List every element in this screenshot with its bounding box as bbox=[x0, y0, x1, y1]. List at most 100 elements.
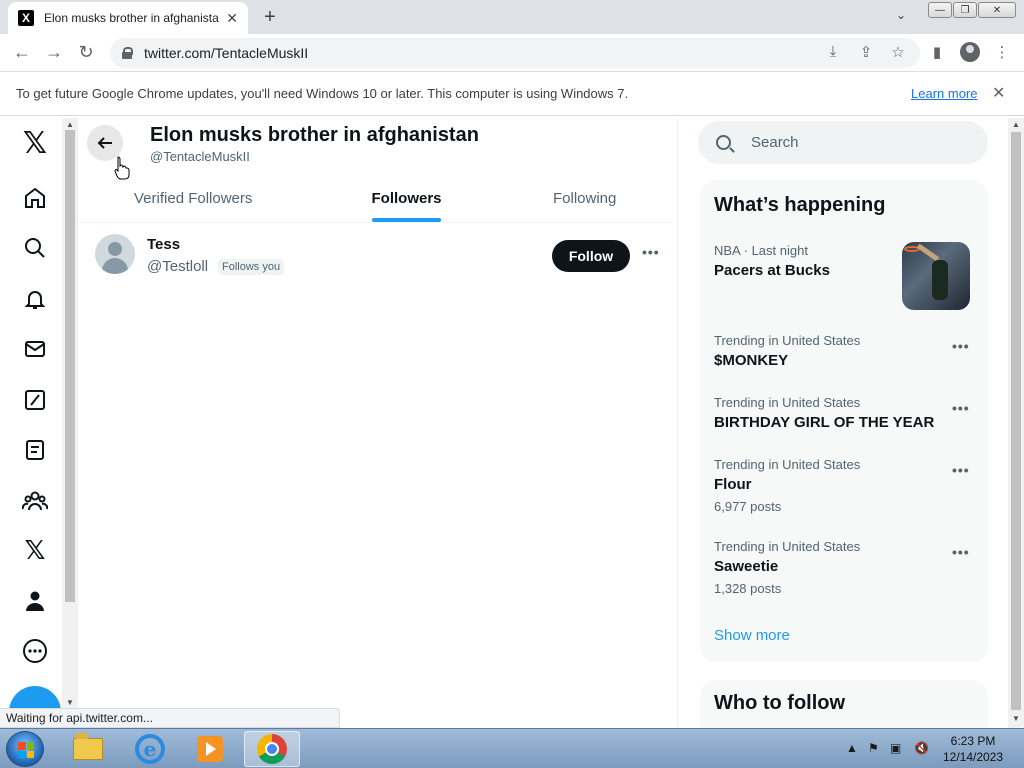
trend-more-icon[interactable]: ••• bbox=[952, 338, 970, 354]
windows-taskbar: e ▲ ⚑ ▣ 🔇 6:23 PM 12/14/2023 bbox=[0, 728, 1024, 768]
internet-explorer-icon[interactable]: e bbox=[122, 731, 178, 767]
infobar-close-icon[interactable]: ✕ bbox=[992, 83, 1005, 103]
tab-label: Followers bbox=[371, 189, 442, 207]
learn-more-link[interactable]: Learn more bbox=[911, 86, 977, 101]
trend-post-count: 6,977 posts bbox=[714, 499, 782, 514]
notifications-icon[interactable] bbox=[18, 282, 52, 316]
trend-item[interactable]: Trending in United States Flour 6,977 po… bbox=[714, 457, 976, 514]
trend-more-icon[interactable]: ••• bbox=[952, 400, 970, 416]
install-app-icon[interactable]: ⤓ bbox=[823, 43, 843, 60]
trend-post-count: 1,328 posts bbox=[714, 581, 782, 596]
status-bubble: Waiting for api.twitter.com... bbox=[0, 708, 340, 728]
communities-icon[interactable] bbox=[18, 484, 52, 518]
scroll-up-arrow-icon[interactable]: ▲ bbox=[66, 120, 74, 129]
forward-nav-icon[interactable]: → bbox=[43, 42, 65, 63]
profile-name: Elon musks brother in afghanistan bbox=[150, 124, 479, 146]
explore-icon[interactable] bbox=[18, 231, 52, 265]
trend-item[interactable]: Trending in United States Saweetie 1,328… bbox=[714, 539, 976, 596]
arrow-left-icon bbox=[97, 137, 112, 149]
tab-followers[interactable]: Followers bbox=[371, 174, 442, 222]
reload-icon[interactable]: ↻ bbox=[75, 42, 97, 63]
action-center-icon[interactable]: ⚑ bbox=[868, 741, 879, 755]
clock-time: 6:23 PM bbox=[950, 734, 996, 748]
follow-button[interactable]: Follow bbox=[552, 240, 630, 272]
trend-name: $MONKEY bbox=[714, 352, 789, 369]
search-icon bbox=[716, 135, 731, 150]
share-icon[interactable]: ⇪ bbox=[856, 43, 876, 61]
show-more-link[interactable]: Show more bbox=[714, 627, 790, 644]
trend-name: Flour bbox=[714, 476, 752, 493]
new-tab-button[interactable]: + bbox=[260, 6, 280, 29]
scrollbar-thumb[interactable] bbox=[1011, 132, 1021, 710]
close-window-button[interactable]: ✕ bbox=[978, 2, 1016, 18]
default-avatar-icon[interactable] bbox=[95, 234, 135, 274]
tab-label: Verified Followers bbox=[134, 189, 253, 207]
home-icon[interactable] bbox=[18, 181, 52, 215]
lists-icon[interactable] bbox=[18, 433, 52, 467]
address-bar[interactable]: twitter.com/TentacleMuskII bbox=[110, 38, 920, 68]
follower-row[interactable]: Tess @Testloll Follows you Follow ••• bbox=[78, 226, 670, 290]
scroll-up-arrow-icon[interactable]: ▲ bbox=[1012, 120, 1020, 129]
scrollbar-thumb[interactable] bbox=[65, 130, 75, 602]
trend-meta: Trending in United States bbox=[714, 539, 861, 554]
volume-muted-icon[interactable]: 🔇 bbox=[914, 741, 929, 755]
lock-icon[interactable] bbox=[122, 47, 133, 59]
media-player-icon[interactable] bbox=[182, 731, 238, 767]
trend-thumbnail-image[interactable] bbox=[902, 242, 970, 310]
messages-icon[interactable] bbox=[18, 332, 52, 366]
profile-icon[interactable] bbox=[18, 584, 52, 618]
scroll-down-arrow-icon[interactable]: ▼ bbox=[1012, 714, 1020, 723]
system-clock[interactable]: 6:23 PM 12/14/2023 bbox=[938, 733, 1008, 765]
tab-title: Elon musks brother in afghanista bbox=[44, 11, 219, 25]
more-options-icon[interactable]: ••• bbox=[642, 244, 660, 260]
follow-tabs: Verified Followers Followers Following bbox=[78, 174, 670, 223]
follower-name[interactable]: Tess bbox=[147, 236, 180, 253]
left-navigation: 𝕏 𝕏 bbox=[0, 118, 62, 728]
main-scrollbar[interactable]: ▲ ▼ bbox=[62, 118, 78, 710]
page-scrollbar[interactable]: ▲ ▼ bbox=[1008, 118, 1024, 728]
hand-cursor-icon bbox=[114, 156, 130, 180]
x-favicon-icon: X bbox=[18, 10, 34, 26]
profile-avatar-icon[interactable] bbox=[960, 42, 980, 62]
premium-icon[interactable]: 𝕏 bbox=[18, 534, 52, 568]
who-to-follow-title: Who to follow bbox=[714, 692, 846, 714]
tray-expand-icon[interactable]: ▲ bbox=[846, 741, 858, 755]
side-panel-icon[interactable]: ▮ bbox=[927, 43, 947, 61]
network-icon[interactable]: ▣ bbox=[890, 741, 901, 755]
more-icon[interactable] bbox=[18, 634, 52, 668]
search-placeholder: Search bbox=[751, 134, 799, 151]
main-column: Elon musks brother in afghanistan @Tenta… bbox=[78, 118, 678, 728]
tab-search-chevron-icon[interactable]: ⌄ bbox=[896, 8, 906, 22]
trend-meta: Trending in United States bbox=[714, 333, 861, 348]
follower-handle: @Testloll bbox=[147, 258, 209, 275]
browser-tab[interactable]: X Elon musks brother in afghanista ✕ bbox=[8, 2, 248, 34]
tab-following[interactable]: Following bbox=[553, 174, 616, 222]
x-logo-icon[interactable]: 𝕏 bbox=[18, 126, 52, 161]
back-nav-icon[interactable]: ← bbox=[11, 42, 33, 63]
menu-kebab-icon[interactable]: ⋮ bbox=[992, 43, 1012, 61]
search-input[interactable]: Search bbox=[698, 121, 988, 164]
restore-button[interactable]: ❐ bbox=[953, 2, 977, 18]
tab-label: Following bbox=[553, 189, 617, 207]
minimize-button[interactable]: — bbox=[928, 2, 952, 18]
scroll-down-arrow-icon[interactable]: ▼ bbox=[66, 698, 74, 707]
start-button[interactable] bbox=[6, 731, 44, 767]
trends-title: What’s happening bbox=[714, 194, 886, 216]
tab-verified-followers[interactable]: Verified Followers bbox=[134, 174, 252, 222]
tab-close-icon[interactable]: ✕ bbox=[226, 10, 238, 27]
windows-logo-icon bbox=[18, 742, 34, 758]
infobar-message: To get future Google Chrome updates, you… bbox=[16, 86, 629, 101]
trend-more-icon[interactable]: ••• bbox=[952, 462, 970, 478]
follows-you-badge: Follows you bbox=[218, 259, 285, 275]
trend-name: Saweetie bbox=[714, 558, 779, 575]
bookmark-star-icon[interactable]: ☆ bbox=[888, 43, 908, 61]
url-text[interactable]: twitter.com/TentacleMuskII bbox=[144, 45, 308, 61]
trend-item[interactable]: Trending in United States BIRTHDAY GIRL … bbox=[714, 395, 976, 431]
who-to-follow-panel: Who to follow bbox=[700, 680, 988, 728]
trend-more-icon[interactable]: ••• bbox=[952, 544, 970, 560]
trend-item[interactable]: Trending in United States $MONKEY bbox=[714, 333, 976, 369]
chrome-icon[interactable] bbox=[244, 731, 300, 767]
explorer-icon[interactable] bbox=[60, 731, 116, 767]
profile-handle: @TentacleMuskII bbox=[150, 149, 250, 164]
grok-icon[interactable] bbox=[18, 383, 52, 417]
